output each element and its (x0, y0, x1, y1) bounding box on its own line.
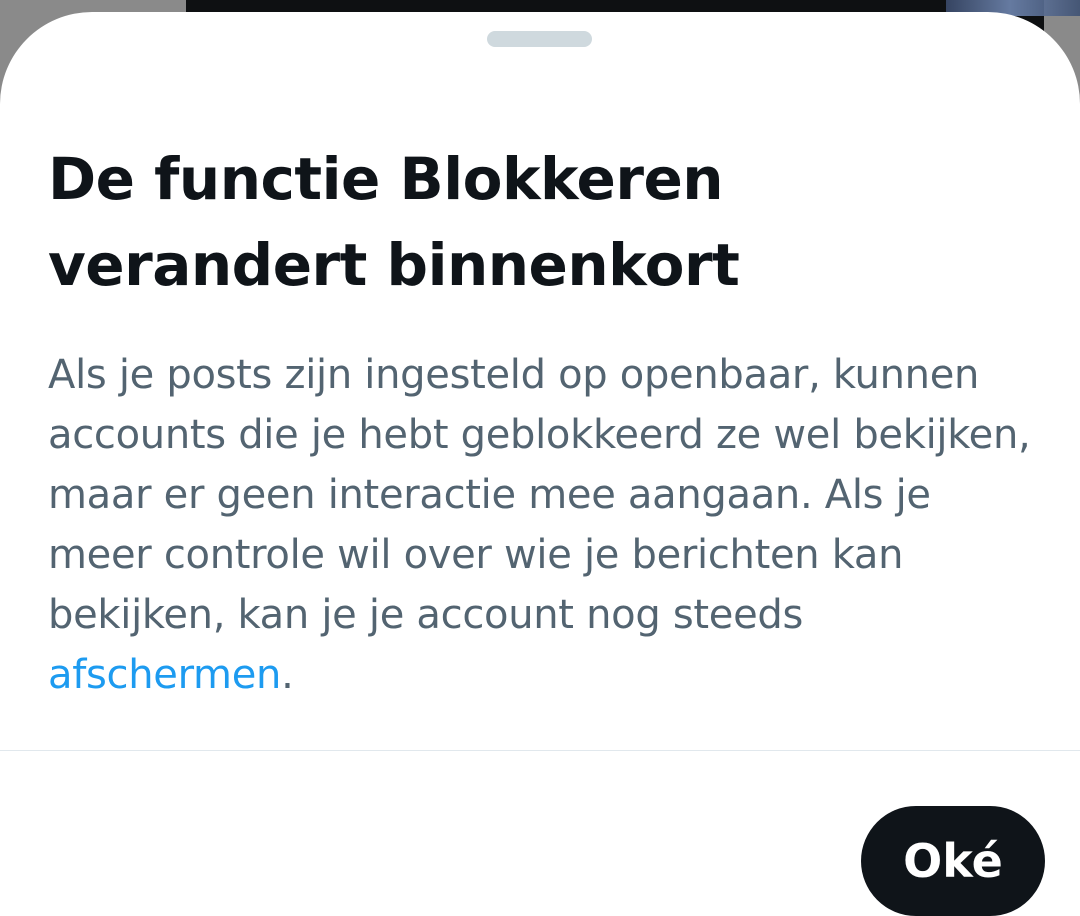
bottom-sheet: De functie Blokkeren verandert binnenkor… (0, 12, 1080, 916)
sheet-body-end: . (281, 652, 294, 698)
sheet-title: De functie Blokkeren verandert binnenkor… (48, 145, 740, 299)
sheet-drag-handle[interactable] (487, 31, 592, 47)
protect-account-link[interactable]: afschermen (48, 652, 281, 698)
ok-button[interactable]: Oké (861, 806, 1045, 916)
sheet-body: Als je posts zijn ingesteld op openbaar,… (48, 345, 1038, 705)
sheet-divider (0, 750, 1080, 751)
sheet-body-text: Als je posts zijn ingesteld op openbaar,… (48, 352, 1031, 638)
